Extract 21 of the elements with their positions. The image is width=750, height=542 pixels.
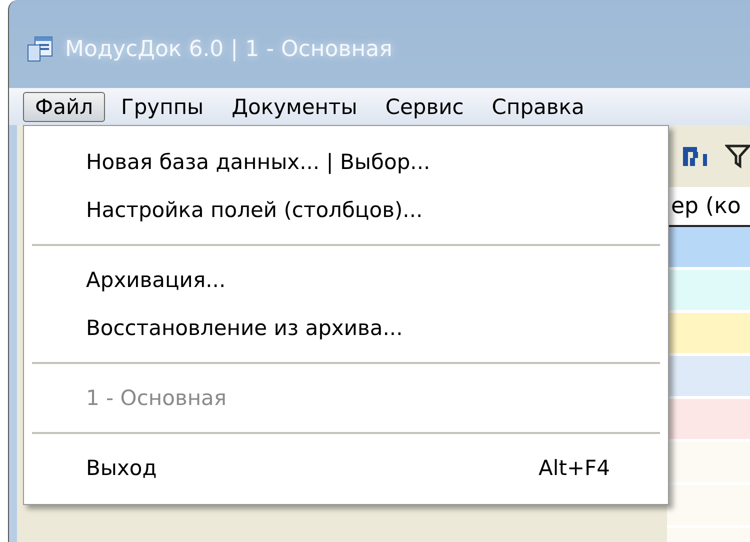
menu-entry-label: Восстановление из архива... [86,316,403,340]
menu-item[interactable]: Справка [480,92,596,122]
menu-item[interactable]: Группы [109,92,216,122]
menu-entry[interactable]: Настройка полей (столбцов)... [24,186,668,234]
menu-entry-label: 1 - Основная [86,386,227,410]
menu-entry[interactable]: Новая база данных... | Выбор... [24,138,668,186]
menu-entry[interactable]: Архивация... [24,256,668,304]
menu-entry-label: Настройка полей (столбцов)... [86,198,423,222]
menu-entry[interactable]: Выход Alt+F4 [24,444,668,492]
window-title: МодусДок 6.0 | 1 - Основная [65,36,392,62]
column-header[interactable]: ер (ко [667,187,750,227]
menu-entry-label: Выход [86,456,157,480]
shortcut-label: Alt+F4 [538,456,610,480]
menu-item[interactable]: Документы [220,92,370,122]
menu-entry-label: Архивация... [86,268,226,292]
menu-item[interactable]: Файл [23,92,106,122]
filter-icon[interactable] [725,143,750,169]
menu-entry-label: Новая база данных... | Выбор... [86,150,430,174]
menu-item[interactable]: Сервис [373,92,476,122]
menu-entry[interactable]: Восстановление из архива... [24,304,668,352]
app-icon [27,36,53,62]
